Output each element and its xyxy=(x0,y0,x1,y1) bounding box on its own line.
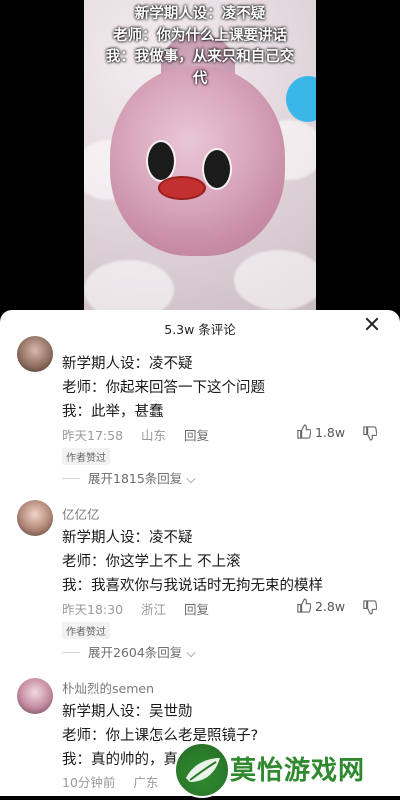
video-player[interactable]: 新学期人设：凌不疑 老师：你为什么上课要讲话 我：我做事，从来只和自己交 代 xyxy=(0,0,400,310)
garlic-character xyxy=(110,66,285,256)
dislike-button[interactable] xyxy=(362,598,378,617)
comment-meta: 昨天18:30 浙江 回复 xyxy=(62,599,223,618)
watermark-logo-icon xyxy=(174,742,230,798)
caption-line: 新学期人设：凌不疑 xyxy=(134,6,266,22)
comment-username[interactable]: 亿亿亿 xyxy=(62,504,100,523)
background-garlic xyxy=(84,260,174,310)
avatar[interactable] xyxy=(17,336,53,372)
author-liked-badge: 作者赞过 xyxy=(62,622,110,639)
comment-username[interactable]: 朴灿烈的semen xyxy=(62,678,154,697)
expand-replies[interactable]: 展开1815条回复 ⌵ xyxy=(62,468,196,487)
thumbs-up-icon xyxy=(297,424,312,439)
like-count: 1.8w xyxy=(314,425,346,440)
author-liked-badge: 作者赞过 xyxy=(62,448,110,465)
thumbs-down-icon xyxy=(363,426,378,441)
like-button[interactable]: 2.8w xyxy=(296,598,345,614)
sheet-header: 5.3w 条评论 xyxy=(0,310,400,346)
thumbs-up-icon xyxy=(297,598,312,613)
comment-text-line: 新学期人设：凌不疑 xyxy=(62,530,193,546)
video-frame: 新学期人设：凌不疑 老师：你为什么上课要讲话 我：我做事，从来只和自己交 代 xyxy=(84,0,316,310)
leaf-icon xyxy=(186,758,220,782)
like-button[interactable]: 1.8w xyxy=(296,424,345,440)
dislike-button[interactable] xyxy=(362,424,378,443)
chevron-down-icon: ⌵ xyxy=(182,645,196,660)
like-count: 2.8w xyxy=(314,599,346,614)
comment-time: 昨天17:58 xyxy=(62,428,124,443)
comment-text-line: 我：此举，甚蠢 xyxy=(62,404,164,420)
comment-text-line: 我：我喜欢你与我说话时无拘无束的模样 xyxy=(62,578,323,594)
divider xyxy=(62,478,80,479)
comment-text-line: 新学期人设：凌不疑 xyxy=(62,356,193,372)
comment-time: 10分钟前 xyxy=(62,775,116,790)
comment-meta: 昨天17:58 山东 回复 xyxy=(62,425,223,444)
caption-line: 老师：你为什么上课要讲话 xyxy=(113,27,287,44)
comment-meta: 10分钟前 广东 xyxy=(62,772,172,791)
video-caption: 新学期人设：凌不疑 老师：你为什么上课要讲话 我：我做事，从来只和自己交 代 xyxy=(84,4,316,90)
expand-replies-label: 展开1815条回复 xyxy=(88,471,183,486)
comment-time: 昨天18:30 xyxy=(62,602,124,617)
caption-line: 我：我做事，从来只和自己交 xyxy=(105,49,295,65)
expand-replies[interactable]: 展开2604条回复 ⌵ xyxy=(62,642,196,661)
reply-button[interactable]: 回复 xyxy=(184,602,209,617)
thumbs-down-icon xyxy=(363,600,378,615)
comment-text-line: 老师：你这学上不上 不上滚 xyxy=(62,554,241,570)
comment-text-line: 老师：你起来回答一下这个问题 xyxy=(62,380,265,396)
right-eye xyxy=(202,148,232,190)
avatar[interactable] xyxy=(17,500,53,536)
divider xyxy=(62,652,80,653)
left-eye xyxy=(146,140,176,182)
comments-sheet: 5.3w 条评论 新学期人设：凌不疑 老师：你起来回答一下这个问题 我：此举，甚… xyxy=(0,310,400,796)
comment-location: 山东 xyxy=(141,428,167,443)
background-garlic xyxy=(234,250,316,310)
comment-location: 广东 xyxy=(133,775,159,790)
watermark-text: 莫怡游戏网 xyxy=(230,756,366,786)
comment-text-line: 我：真的帅的，真 xyxy=(62,752,178,768)
watermark: 莫怡游戏网 xyxy=(170,742,400,798)
chevron-down-icon: ⌵ xyxy=(182,471,196,486)
caption-line: 代 xyxy=(192,70,208,87)
comment-count: 5.3w 条评论 xyxy=(164,322,236,337)
avatar[interactable] xyxy=(17,678,53,714)
close-icon[interactable] xyxy=(364,316,380,332)
comment-location: 浙江 xyxy=(141,602,167,617)
comment-text-line: 新学期人设：吴世勋 xyxy=(62,704,193,720)
reply-button[interactable]: 回复 xyxy=(184,428,209,443)
expand-replies-label: 展开2604条回复 xyxy=(88,645,183,660)
mouth xyxy=(158,176,206,200)
